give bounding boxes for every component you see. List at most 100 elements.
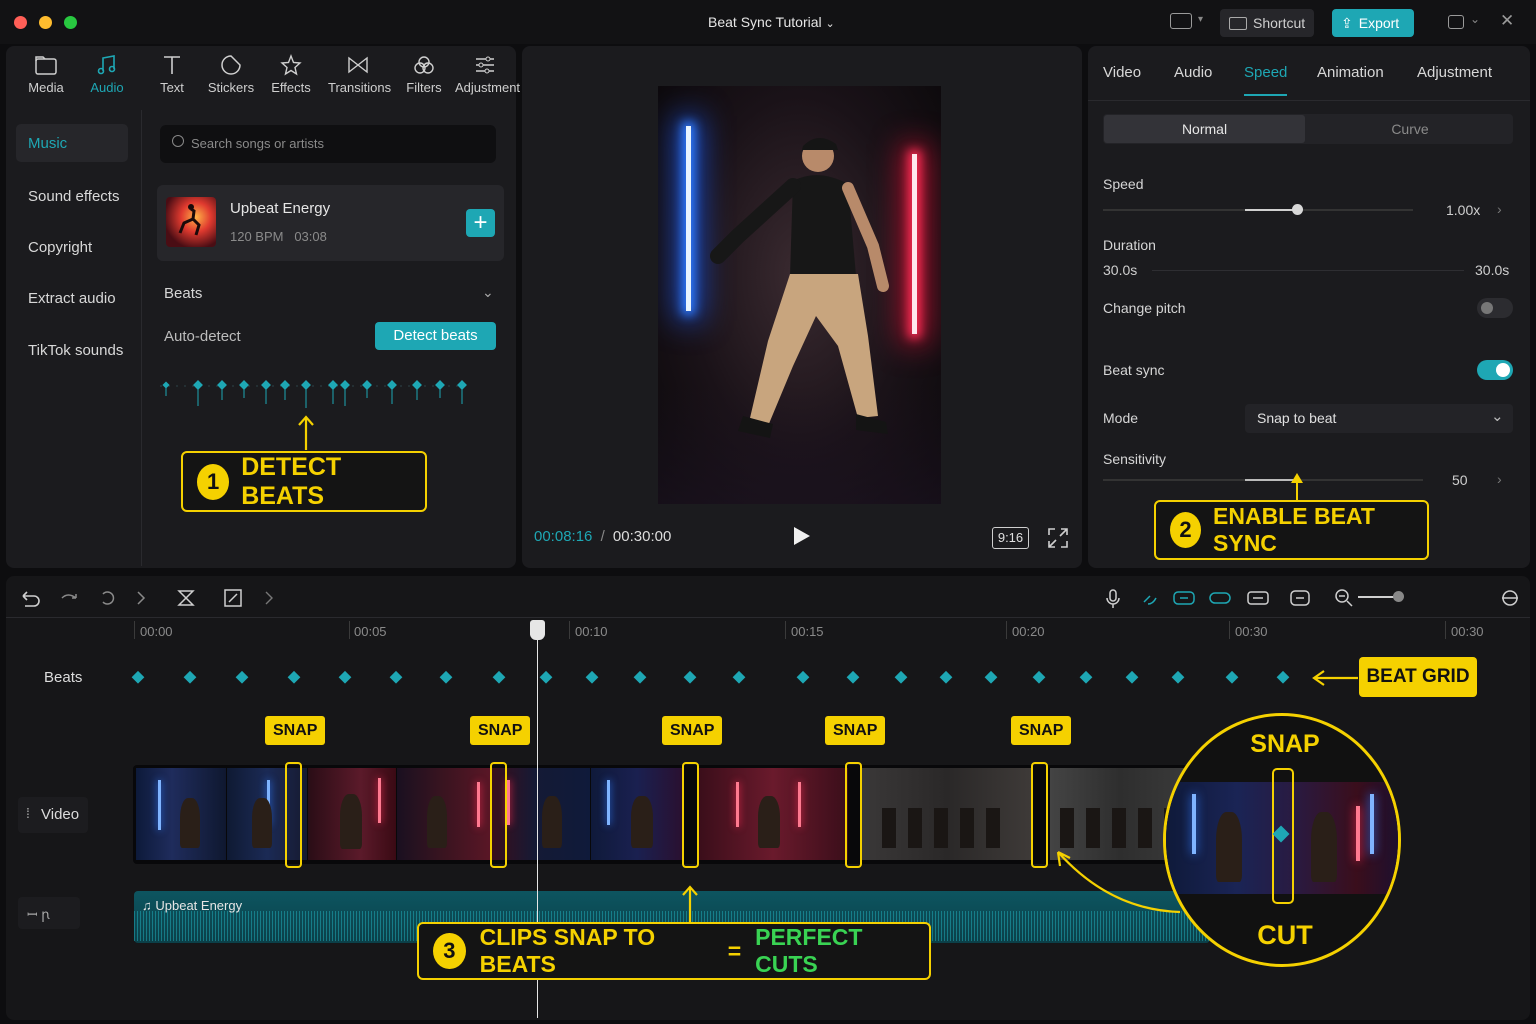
beat-marker[interactable] (1171, 670, 1185, 684)
beat-marker[interactable] (939, 670, 953, 684)
snap-marker[interactable] (1031, 762, 1048, 868)
tool-media[interactable]: Media (16, 54, 76, 95)
chevron-down-icon[interactable]: ⌄ (1470, 12, 1480, 26)
magnet-snap-icon[interactable] (1172, 588, 1196, 608)
minimize-window-button[interactable] (39, 16, 52, 29)
change-pitch-toggle[interactable] (1477, 298, 1513, 318)
chevron-right-icon[interactable]: › (1497, 201, 1502, 217)
beat-marker[interactable] (338, 670, 352, 684)
beat-marker[interactable] (796, 670, 810, 684)
rotate-icon[interactable] (98, 588, 118, 608)
video-clip[interactable] (397, 768, 491, 860)
video-clip[interactable] (136, 768, 226, 860)
video-preview[interactable] (658, 86, 941, 504)
search-input[interactable]: Search songs or artists (160, 125, 496, 163)
beat-marker[interactable] (235, 670, 249, 684)
mode-normal[interactable]: Normal (1104, 115, 1305, 143)
fit-timeline-icon[interactable] (1500, 588, 1520, 608)
detect-beats-button[interactable]: Detect beats (375, 322, 496, 350)
chevron-down-icon[interactable]: ▾ (1198, 14, 1203, 25)
zoom-slider-thumb[interactable] (1393, 591, 1404, 602)
tool-adjustment[interactable]: Adjustment (455, 54, 520, 95)
speed-value[interactable]: 1.00x (1446, 202, 1480, 218)
video-clip[interactable] (698, 768, 848, 860)
track-card[interactable]: Upbeat Energy 120 BPM 03:08 + (157, 185, 504, 261)
beat-marker[interactable] (389, 670, 403, 684)
mode-select[interactable]: Snap to beat ⌄ (1245, 404, 1513, 433)
snap-marker[interactable] (285, 762, 302, 868)
beat-marker[interactable] (894, 670, 908, 684)
preview-axis-icon[interactable] (1246, 588, 1270, 608)
beat-marker[interactable] (585, 670, 599, 684)
tab-video[interactable]: Video (1103, 64, 1141, 81)
keyboard-icon[interactable] (1170, 13, 1192, 29)
redo-icon[interactable] (58, 588, 80, 608)
zoom-slider[interactable] (1358, 596, 1398, 598)
fullscreen-icon[interactable] (1047, 527, 1069, 549)
undo-icon[interactable] (19, 588, 41, 608)
close-icon[interactable]: ✕ (1500, 11, 1514, 31)
tab-animation[interactable]: Animation (1317, 64, 1384, 81)
beat-marker[interactable] (633, 670, 647, 684)
close-window-button[interactable] (14, 16, 27, 29)
speed-slider-thumb[interactable] (1292, 204, 1303, 215)
beat-marker[interactable] (183, 670, 197, 684)
playhead-handle[interactable] (530, 620, 545, 640)
tool-effects[interactable]: Effects (261, 54, 321, 95)
link-clips-icon[interactable] (1208, 588, 1232, 608)
sidebar-item-extract-audio[interactable]: Extract audio (28, 290, 116, 307)
snap-marker[interactable] (682, 762, 699, 868)
more-icon[interactable] (262, 588, 276, 608)
beat-marker[interactable] (984, 670, 998, 684)
sensitivity-value[interactable]: 50 (1452, 472, 1468, 488)
tool-transitions[interactable]: Transitions (328, 54, 391, 95)
beat-marker[interactable] (1276, 670, 1290, 684)
beat-marker[interactable] (846, 670, 860, 684)
tool-filters[interactable]: Filters (394, 54, 454, 95)
tab-speed[interactable]: Speed (1244, 64, 1287, 81)
link-icon[interactable] (1140, 588, 1160, 608)
sensitivity-slider-thumb[interactable] (1291, 473, 1303, 483)
export-button[interactable]: ⇪ Export (1332, 9, 1414, 37)
shortcut-button[interactable]: Shortcut (1220, 9, 1315, 37)
beat-marker[interactable] (732, 670, 746, 684)
sidebar-item-sound-effects[interactable]: Sound effects (28, 188, 119, 205)
caption-icon[interactable] (1289, 588, 1311, 608)
beat-marker[interactable] (539, 670, 553, 684)
beat-marker[interactable] (439, 670, 453, 684)
beat-sync-toggle[interactable] (1477, 360, 1513, 380)
chevron-down-icon[interactable]: ⌄ (482, 284, 494, 301)
snap-marker[interactable] (845, 762, 862, 868)
zoom-out-icon[interactable] (1334, 588, 1354, 608)
maximize-window-button[interactable] (64, 16, 77, 29)
beat-marker[interactable] (492, 670, 506, 684)
layout-icon[interactable] (1448, 15, 1464, 29)
aspect-ratio-button[interactable]: 9:16 (992, 527, 1029, 549)
beat-marker[interactable] (683, 670, 697, 684)
tool-audio[interactable]: Audio (77, 54, 137, 95)
tab-audio[interactable]: Audio (1174, 64, 1212, 81)
beat-marker[interactable] (131, 670, 145, 684)
sidebar-item-copyright[interactable]: Copyright (28, 239, 92, 256)
track-header-video[interactable]: ⁞ Video (18, 797, 88, 833)
beat-marker[interactable] (287, 670, 301, 684)
beat-marker[interactable] (1225, 670, 1239, 684)
beat-marker[interactable] (1079, 670, 1093, 684)
tool-stickers[interactable]: Stickers (201, 54, 261, 95)
snap-marker[interactable] (490, 762, 507, 868)
track-header-audio[interactable]: ꟷ ꞃ (18, 897, 80, 929)
sidebar-item-tiktok-sounds[interactable]: TikTok sounds (28, 342, 123, 359)
beat-marker[interactable] (1032, 670, 1046, 684)
tool-text[interactable]: Text (142, 54, 202, 95)
add-track-button[interactable]: + (466, 209, 495, 237)
mode-curve[interactable]: Curve (1308, 115, 1512, 143)
video-clip[interactable] (308, 768, 396, 860)
tab-adjustment[interactable]: Adjustment (1417, 64, 1492, 81)
video-clip[interactable] (591, 768, 683, 860)
chevron-right-icon[interactable] (134, 588, 148, 608)
video-clip[interactable] (862, 768, 1032, 860)
microphone-icon[interactable] (1104, 588, 1122, 610)
project-title[interactable]: Beat Sync Tutorial ⌄ (708, 14, 835, 30)
beat-marker[interactable] (1125, 670, 1139, 684)
split-icon[interactable] (176, 588, 196, 608)
